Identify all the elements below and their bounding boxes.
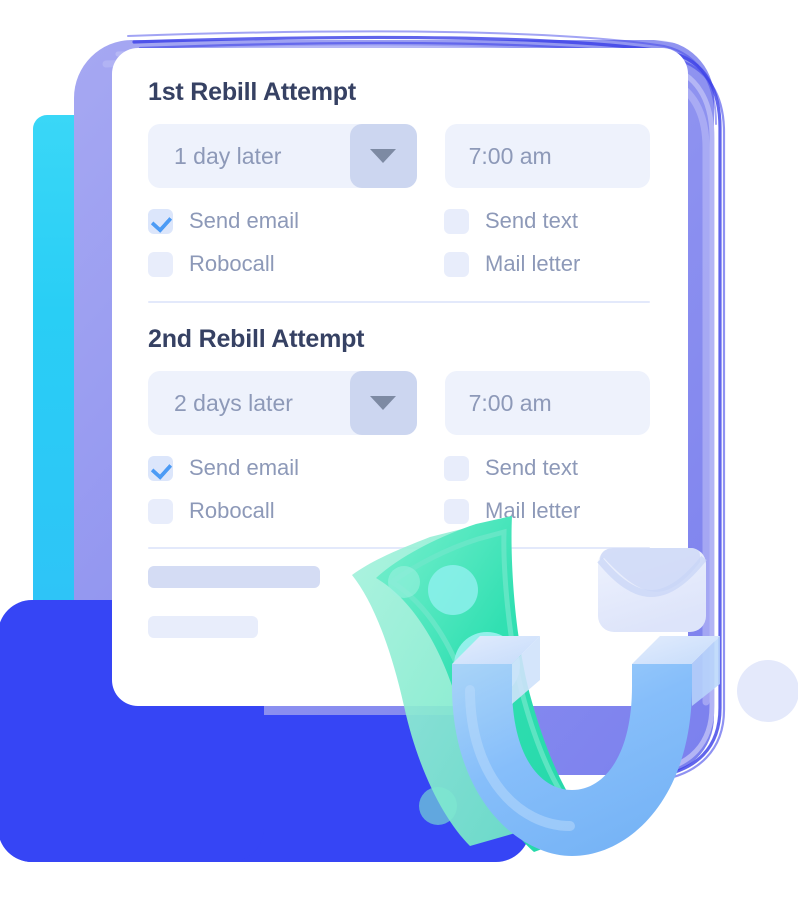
checkbox-label-robocall-1: Robocall: [189, 251, 275, 276]
checkbox-send-email-1[interactable]: [148, 208, 173, 234]
checkbox-send-email-2[interactable]: [148, 455, 173, 481]
delay-select-1[interactable]: 1 day later: [148, 124, 417, 188]
delay-select-1-value: 1 day later: [174, 142, 282, 169]
checkbox-label-robocall-2: Robocall: [189, 498, 275, 523]
section-2-title: 2nd Rebill Attempt: [148, 325, 365, 353]
illustration-stage: 1st Rebill Attempt 1 day later 7:00 am S…: [0, 0, 798, 900]
checkbox-label-mail-letter-2: Mail letter: [485, 498, 581, 523]
checkbox-item-robocall-1[interactable]: Robocall: [148, 251, 444, 277]
section-1-fields: 1 day later 7:00 am: [148, 124, 650, 188]
checkbox-label-send-email-2: Send email: [189, 455, 300, 480]
rebill-settings-card: 1st Rebill Attempt 1 day later 7:00 am S…: [112, 48, 688, 706]
rebill-section-1: 1st Rebill Attempt 1 day later 7:00 am S…: [148, 78, 650, 277]
time-field-2-value: 7:00 am: [468, 389, 552, 416]
checkbox-item-mail-letter-2[interactable]: Mail letter: [444, 498, 650, 524]
checkbox-mail-letter-2[interactable]: [444, 498, 469, 524]
time-field-2[interactable]: 7:00 am: [444, 371, 650, 435]
checkbox-label-mail-letter-1: Mail letter: [485, 251, 581, 276]
checkbox-item-send-email-1[interactable]: Send email: [148, 208, 444, 234]
delay-select-1-arrow-button[interactable]: [349, 124, 417, 188]
checkbox-item-send-email-2[interactable]: Send email: [148, 455, 444, 481]
time-field-1-value: 7:00 am: [468, 142, 552, 169]
checkbox-robocall-1[interactable]: [148, 251, 173, 277]
time-field-1[interactable]: 7:00 am: [444, 124, 650, 188]
section-1-title: 1st Rebill Attempt: [148, 78, 356, 106]
placeholder-bar-secondary: [148, 616, 258, 638]
section-2-fields: 2 days later 7:00 am: [148, 371, 650, 435]
checkbox-label-send-email-1: Send email: [189, 208, 300, 233]
section-divider-1: [148, 301, 650, 303]
checkbox-item-send-text-1[interactable]: Send text: [444, 208, 650, 234]
checkbox-robocall-2[interactable]: [148, 498, 173, 524]
rebill-section-2: 2nd Rebill Attempt 2 days later 7:00 am: [148, 325, 650, 524]
section-1-options: Send email Send text Robocall Mail lette…: [148, 208, 650, 277]
delay-select-2-arrow-button[interactable]: [349, 371, 417, 435]
chevron-down-icon: [370, 396, 397, 410]
checkbox-label-send-text-2: Send text: [485, 455, 578, 480]
checkbox-mail-letter-1[interactable]: [444, 251, 469, 277]
delay-select-2-value: 2 days later: [174, 389, 293, 416]
chevron-down-icon: [370, 149, 397, 163]
checkbox-send-text-1[interactable]: [444, 208, 469, 234]
section-2-options: Send email Send text Robocall Mail lette…: [148, 455, 650, 524]
delay-select-2[interactable]: 2 days later: [148, 371, 417, 435]
section-divider-2: [148, 547, 650, 549]
checkbox-send-text-2[interactable]: [444, 455, 469, 481]
checkbox-label-send-text-1: Send text: [485, 208, 578, 233]
checkbox-item-send-text-2[interactable]: Send text: [444, 455, 650, 481]
placeholder-bar-primary: [148, 566, 320, 588]
checkbox-item-robocall-2[interactable]: Robocall: [148, 498, 444, 524]
checkbox-item-mail-letter-1[interactable]: Mail letter: [444, 251, 650, 277]
